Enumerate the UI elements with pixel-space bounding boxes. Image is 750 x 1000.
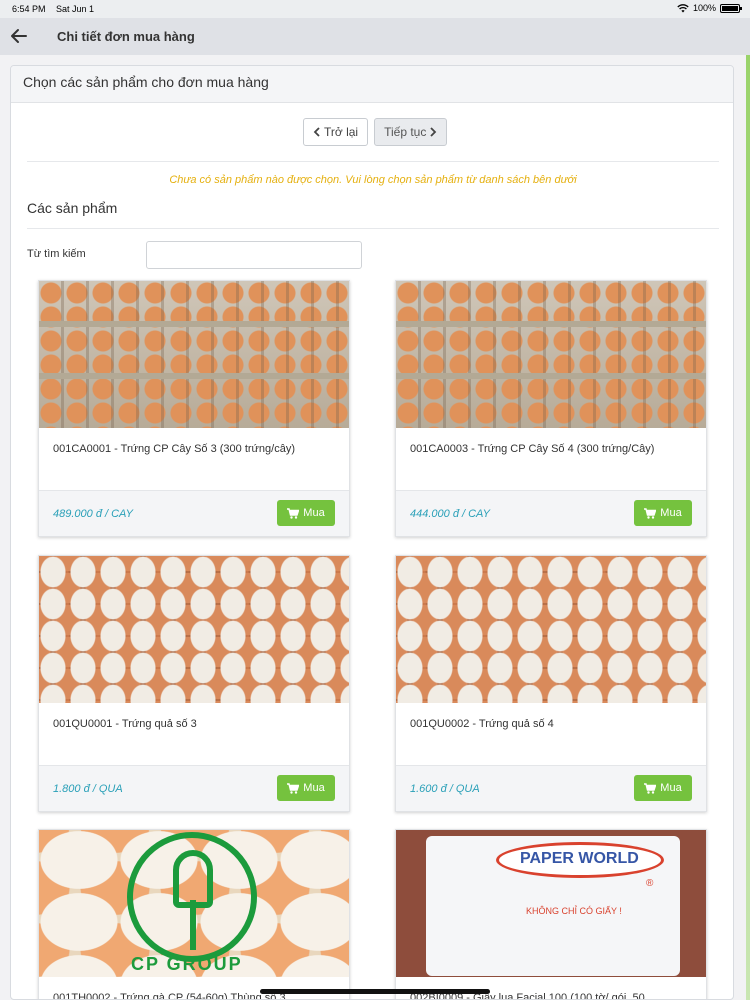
battery-percent: 100% [692,3,716,13]
buy-button[interactable]: Mua [634,775,692,801]
paper-slogan: KHÔNG CHỈ CÓ GIẤY ! [526,906,622,916]
product-price: 1.800 đ / QUA [53,783,123,795]
buy-button[interactable]: Mua [277,500,335,526]
next-button[interactable]: Tiếp tục [374,118,448,146]
buy-button-label: Mua [660,782,682,794]
back-arrow-icon[interactable] [8,25,30,47]
buy-button-label: Mua [303,782,325,794]
product-card: 001CA0003 - Trứng CP Cây Số 4 (300 trứng… [395,280,707,537]
buy-button[interactable]: Mua [634,500,692,526]
product-name: 001CA0003 - Trứng CP Cây Số 4 (300 trứng… [410,443,655,455]
product-image: PAPER WORLD ® KHÔNG CHỈ CÓ GIẤY ! [396,830,706,977]
product-name: 001CA0001 - Trứng CP Cây Số 3 (300 trứng… [53,443,295,455]
divider [27,161,719,162]
right-edge-decoration [746,55,750,1000]
divider [27,228,719,229]
status-right: 100% [677,3,742,13]
buy-button-label: Mua [303,507,325,519]
back-button-label: Trở lại [324,125,359,139]
registered-mark: ® [646,878,654,889]
back-button[interactable]: Trở lại [303,118,369,146]
product-footer: 1.800 đ / QUA Mua [39,765,349,811]
product-card: 001CA0001 - Trứng CP Cây Số 3 (300 trứng… [38,280,350,537]
product-card: PAPER WORLD ® KHÔNG CHỈ CÓ GIẤY ! 002BI0… [395,829,707,999]
product-footer: 444.000 đ / CAY Mua [396,490,706,536]
cp-logo-text: CP GROUP [131,954,243,974]
status-bar: 6:54 PM Sat Jun 1 100% [0,0,750,18]
wifi-icon [677,3,689,12]
product-footer: 489.000 đ / CAY Mua [39,490,349,536]
cart-icon [287,507,300,519]
cp-logo-stem [190,900,196,950]
product-price: 444.000 đ / CAY [410,508,490,520]
product-name: 001QU0001 - Trứng quả số 3 [53,718,197,730]
home-indicator [260,989,490,994]
no-selection-warning: Chưa có sản phẩm nào được chọn. Vui lòng… [169,174,577,186]
cart-icon [644,782,657,794]
chevron-left-icon [313,127,320,137]
cart-icon [644,507,657,519]
product-footer: 1.600 đ / QUA Mua [396,765,706,811]
wizard-buttons: Trở lại Tiếp tục [303,118,448,146]
paper-pack: PAPER WORLD ® KHÔNG CHỈ CÓ GIẤY ! [426,836,680,976]
paper-brand-text: PAPER WORLD [520,850,639,867]
product-image [396,281,706,428]
product-image [39,556,349,703]
product-image [396,556,706,703]
status-time: 6:54 PM [12,4,46,14]
product-name: 001QU0002 - Trứng quả số 4 [410,718,554,730]
product-card: 001QU0001 - Trứng quả số 3 1.800 đ / QUA… [38,555,350,812]
search-input[interactable] [146,241,362,269]
product-price: 489.000 đ / CAY [53,508,133,520]
product-image [39,281,349,428]
chevron-right-icon [430,127,437,137]
card-header: Chọn các sản phẩm cho đơn mua hàng [11,66,733,103]
product-selection-card: Chọn các sản phẩm cho đơn mua hàng Trở l… [10,65,734,1000]
next-button-label: Tiếp tục [384,125,427,139]
product-image: CP GROUP [39,830,349,977]
nav-bar: Chi tiết đơn mua hàng [0,18,750,55]
buy-button-label: Mua [660,507,682,519]
products-section-title: Các sản phẩm [27,200,118,216]
product-card: 001QU0002 - Trứng quả số 4 1.600 đ / QUA… [395,555,707,812]
battery-icon [720,3,742,13]
search-label: Từ tìm kiếm [27,248,86,260]
buy-button[interactable]: Mua [277,775,335,801]
product-card: CP GROUP 001TH0002 - Trứng gà CP (54-60g… [38,829,350,999]
product-price: 1.600 đ / QUA [410,783,480,795]
status-date: Sat Jun 1 [56,4,95,14]
cart-icon [287,782,300,794]
page-title: Chi tiết đơn mua hàng [57,29,195,44]
